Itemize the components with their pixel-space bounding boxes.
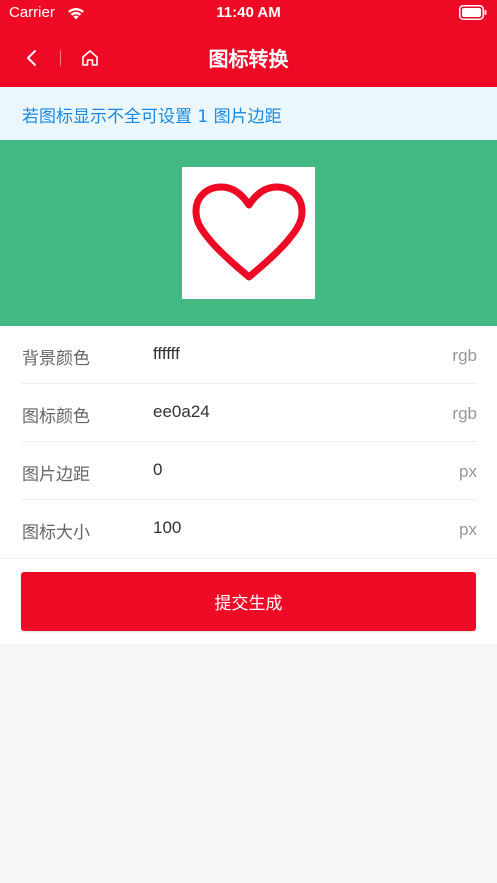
header: Carrier 11:40 AM 图标转换 [0,0,497,87]
app-screen: Carrier 11:40 AM 图标转换 若图标显示不全可设置 1 图片边距 … [0,0,497,883]
form-row-image-padding: 图片边距 px [22,442,477,500]
submit-button[interactable]: 提交生成 [21,572,476,631]
icon-preview-area [0,140,497,326]
image-padding-unit: px [459,462,477,481]
icon-color-label: 图标颜色 [22,407,90,427]
background-color-unit: rgb [452,346,477,365]
background-color-label: 背景颜色 [22,349,90,369]
background-color-input[interactable] [153,344,413,364]
status-bar: Carrier 11:40 AM [0,0,497,28]
form-row-icon-color: 图标颜色 rgb [22,384,477,442]
form-divider [0,558,497,559]
notice-text: 若图标显示不全可设置 1 图片边距 [22,107,282,127]
status-time: 11:40 AM [216,4,281,21]
image-padding-input[interactable] [153,460,413,480]
icon-size-label: 图标大小 [22,523,90,543]
page-title: 图标转换 [208,47,289,71]
image-padding-label: 图片边距 [22,465,90,485]
form-row-icon-size: 图标大小 px [22,500,477,558]
icon-color-input[interactable] [153,402,413,422]
icon-size-unit: px [459,520,477,539]
icon-preview-tile [182,167,315,299]
nav-bar: 图标转换 [0,28,497,87]
notice-bar: 若图标显示不全可设置 1 图片边距 [0,87,497,140]
icon-color-unit: rgb [452,404,477,423]
heart-outline-icon [192,183,305,281]
form-row-background-color: 背景颜色 rgb [22,326,477,384]
settings-form: 背景颜色 rgb 图标颜色 rgb 图片边距 px 图标大小 px 提交生成 [0,326,497,644]
icon-size-input[interactable] [153,518,413,538]
battery-icon [459,5,487,20]
